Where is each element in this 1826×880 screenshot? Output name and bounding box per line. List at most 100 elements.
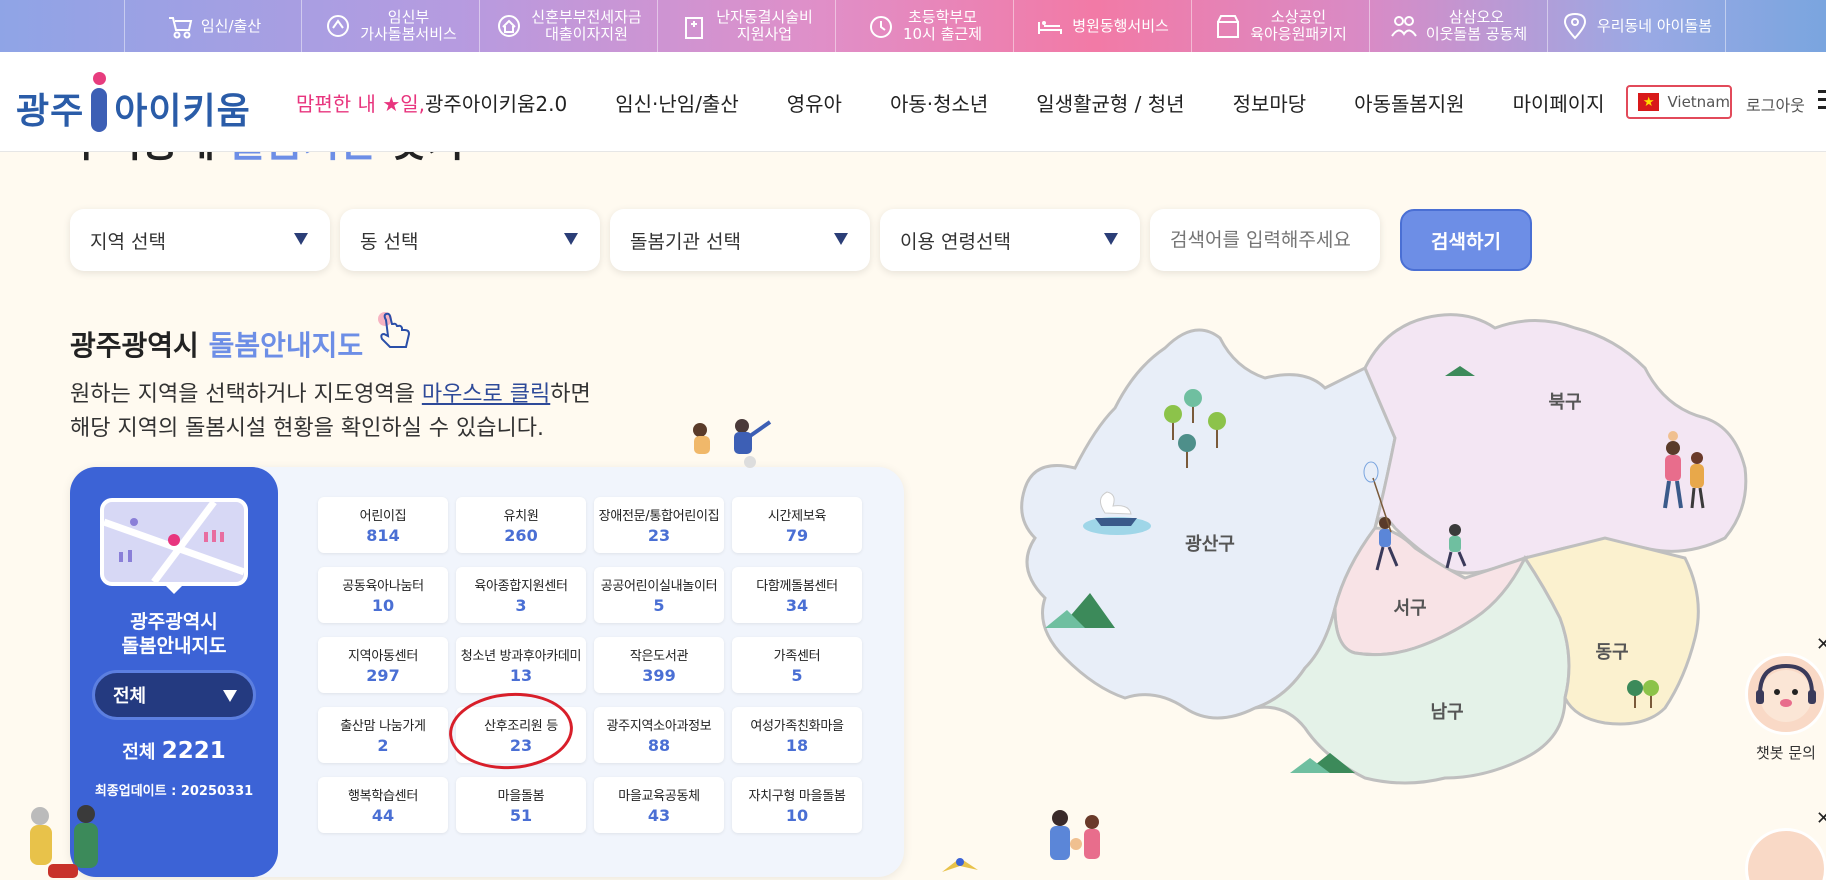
caret-down-icon — [834, 233, 848, 245]
topbar-item-label: 삼삼오오 이웃돌봄 공동체 — [1425, 8, 1528, 43]
nav-item[interactable]: 임신·난임/출산 — [615, 88, 739, 117]
nav-item[interactable]: 정보마당 — [1233, 88, 1307, 117]
search-button[interactable]: 검색하기 — [1400, 209, 1532, 271]
section-title: 광주광역시 돌봄안내지도 — [70, 324, 363, 364]
map-label-nam: 남구 — [1430, 702, 1463, 723]
region-select-label: 지역 선택 — [90, 230, 166, 253]
category-name: 청소년 방과후아카데미 — [460, 649, 582, 664]
stroller-icon — [168, 17, 193, 39]
site-logo[interactable]: 광주 아이키움 — [16, 70, 251, 134]
topbar-item-label: 임신/출산 — [200, 16, 262, 35]
category-count: 3 — [515, 596, 527, 615]
category-name: 여성가족친화마을 — [750, 719, 844, 734]
facility-category-card[interactable]: 작은도서관 399 — [594, 637, 724, 693]
topbar-item[interactable]: 초등학부모 10시 출근제 — [836, 0, 1014, 52]
category-count: 5 — [653, 596, 665, 615]
nav-item[interactable]: 마이페이지 — [1513, 88, 1605, 117]
facility-category-card[interactable]: 장애전문/통합어린이집 23 — [594, 497, 724, 553]
facility-category-card[interactable]: 시간제보육 79 — [732, 497, 862, 553]
district-dropdown-value: 전체 — [113, 686, 147, 707]
category-count: 43 — [647, 806, 671, 825]
menu-icon[interactable] — [1818, 90, 1826, 112]
nav-item[interactable]: 일생활균형 / 청년 — [1036, 88, 1184, 117]
facility-category-card[interactable]: 유치원 260 — [456, 497, 586, 553]
facility-category-card[interactable]: 육아종합지원센터 3 — [456, 567, 586, 623]
close-icon[interactable]: ✕ — [1816, 634, 1826, 655]
topbar-item[interactable]: 임신/출산 — [124, 0, 302, 52]
facility-category-card[interactable]: 다함께돌봄센터 34 — [732, 567, 862, 623]
map-district-buk[interactable] — [1363, 313, 1748, 575]
site-header: 광주 아이키움 맘편한 내 ★일,광주아이키움2.0 임신·난임/출산 영유아 아동·… — [0, 52, 1826, 152]
facility-category-card[interactable]: 공동육아나눔터 10 — [318, 567, 448, 623]
map-label-seo: 서구 — [1393, 598, 1426, 619]
facility-category-card[interactable]: 광주지역소아과정보 88 — [594, 707, 724, 763]
language-select[interactable]: ★ Vietnam — [1626, 85, 1732, 119]
nav-item[interactable]: 아동·청소년 — [890, 88, 988, 117]
district-dropdown[interactable]: 전체 — [92, 670, 256, 720]
topbar-item-label: 우리동네 아이돌봄 — [1596, 16, 1713, 35]
topbar-item-label: 난자동결시술비 지원사업 — [716, 8, 813, 43]
topbar-item[interactable]: 난자동결시술비 지원사업 — [658, 0, 836, 52]
nav-item-label: 아동돌봄지원 — [1354, 92, 1465, 116]
caret-down-icon — [564, 233, 578, 245]
category-name: 공공어린이실내놀이터 — [600, 579, 718, 594]
gwangju-district-map[interactable]: 광산구 북구 서구 동구 남구 — [1005, 308, 1765, 808]
topbar-item[interactable]: 소상공인 육아응원패키지 — [1192, 0, 1370, 52]
total-value: 2221 — [161, 738, 226, 764]
map-pin-icon — [1563, 12, 1586, 40]
category-name: 어린이집 — [359, 509, 407, 524]
facility-category-card[interactable]: 여성가족친화마을 18 — [732, 707, 862, 763]
close-icon[interactable]: ✕ — [1816, 808, 1826, 829]
facility-category-card[interactable]: 청소년 방과후아카데미 13 — [456, 637, 586, 693]
chatbot-label[interactable]: 챗봇 문의 — [1756, 742, 1816, 763]
region-select[interactable]: 지역 선택 — [70, 209, 330, 271]
logo-text-left: 광주 — [16, 91, 85, 132]
chatbot-avatar-icon[interactable] — [1745, 653, 1826, 735]
desc-link[interactable]: 마우스로 클릭 — [422, 382, 550, 407]
category-name: 자치구형 마을돌봄 — [748, 789, 846, 804]
logout-link[interactable]: 로그아웃 — [1746, 92, 1805, 116]
facility-category-card[interactable]: 공공어린이실내놀이터 5 — [594, 567, 724, 623]
topbar-item[interactable]: 병원동행서비스 — [1014, 0, 1192, 52]
chatbot-secondary-icon[interactable] — [1745, 828, 1826, 880]
topbar-item[interactable]: 신혼부부전세자금 대출이자지원 — [480, 0, 658, 52]
category-count: 5 — [791, 666, 803, 685]
mini-map-pointer — [164, 584, 184, 594]
category-count: 297 — [366, 666, 400, 685]
category-count: 51 — [509, 806, 533, 825]
nav-item[interactable]: 영유아 — [787, 88, 842, 117]
facility-category-card[interactable]: 행복학습센터 44 — [318, 777, 448, 833]
facility-category-card[interactable]: 마을교육공동체 43 — [594, 777, 724, 833]
facility-category-card[interactable]: 출산맘 나눔가게 2 — [318, 707, 448, 763]
category-count: 34 — [785, 596, 809, 615]
facility-category-card[interactable]: 마을돌봄 51 — [456, 777, 586, 833]
dong-select[interactable]: 동 선택 — [340, 209, 600, 271]
topbar-item[interactable]: 삼삼오오 이웃돌봄 공동체 — [1370, 0, 1548, 52]
category-count: 10 — [371, 596, 395, 615]
house-loan-icon — [498, 15, 521, 37]
topbar-item-label: 병원동행서비스 — [1072, 16, 1169, 35]
nav-item[interactable]: 맘편한 내 ★일,광주아이키움2.0 — [296, 88, 567, 117]
topbar-item-label: 신혼부부전세자금 대출이자지원 — [531, 8, 642, 43]
nav-item-label: 임신·난임/출산 — [615, 92, 739, 116]
dong-select-label: 동 선택 — [360, 230, 419, 253]
category-name: 유치원 — [503, 509, 539, 524]
nav-item-label: 영유아 — [786, 92, 842, 116]
age-select[interactable]: 이용 연령선택 — [880, 209, 1140, 271]
nav-item-label: 일생활균형 / 청년 — [1036, 92, 1185, 116]
mini-map-icon — [100, 498, 248, 586]
nav-item[interactable]: 아동돌봄지원 — [1354, 88, 1464, 117]
facility-select[interactable]: 돌봄기관 선택 — [610, 209, 870, 271]
facility-category-card[interactable]: 어린이집 814 — [318, 497, 448, 553]
facility-category-card[interactable]: 가족센터 5 — [732, 637, 862, 693]
vietnam-flag-icon: ★ — [1638, 93, 1660, 111]
nav-item-label: 아동·청소년 — [889, 92, 989, 116]
category-name: 행복학습센터 — [348, 789, 418, 804]
facility-category-card[interactable]: 지역아동센터 297 — [318, 637, 448, 693]
topbar-item[interactable]: 우리동네 아이돌봄 — [1548, 0, 1726, 52]
facility-category-card[interactable]: 자치구형 마을돌봄 10 — [732, 777, 862, 833]
search-input[interactable] — [1150, 209, 1380, 271]
category-count: 79 — [785, 526, 809, 545]
topbar-item[interactable]: 임신부 가사돌봄서비스 — [302, 0, 480, 52]
desc-text-3: 해당 지역의 돌봄시설 현황을 확인하실 수 있습니다. — [70, 416, 544, 441]
